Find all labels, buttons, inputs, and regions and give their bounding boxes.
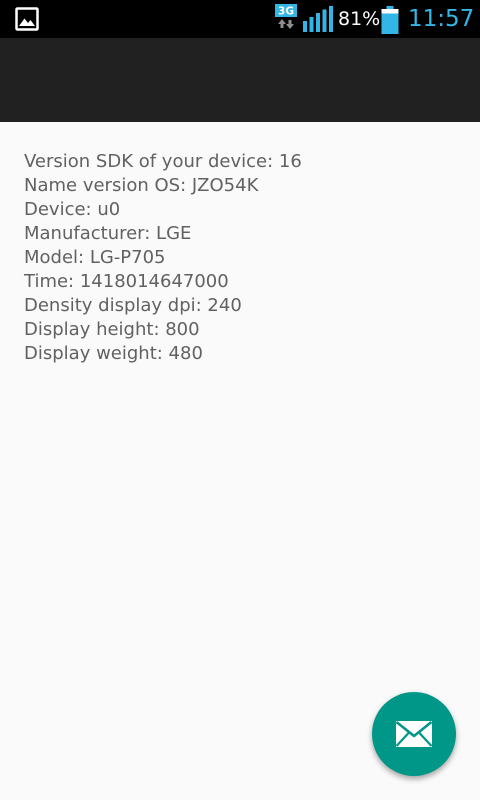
device-info-list: Version SDK of your device: 16 Name vers… — [24, 150, 302, 366]
send-email-fab[interactable] — [372, 692, 456, 776]
info-display-weight: Display weight: 480 — [24, 343, 203, 364]
info-manufacturer: Manufacturer: LGE — [24, 223, 192, 244]
info-display-height: Display height: 800 — [24, 319, 200, 340]
mail-icon — [395, 720, 433, 747]
app-bar — [0, 38, 480, 122]
signal-strength-icon — [303, 6, 333, 32]
info-density-dpi: Density display dpi: 240 — [24, 295, 242, 316]
battery-percent: 81% — [338, 8, 381, 30]
info-device: Device: u0 — [24, 199, 121, 220]
3g-data-icon: 3G — [275, 4, 297, 29]
info-os-version: Name version OS: JZO54K — [24, 175, 259, 196]
image-icon — [15, 7, 39, 31]
info-model: Model: LG-P705 — [24, 247, 166, 268]
network-type-label: 3G — [278, 6, 294, 18]
info-sdk-version: Version SDK of your device: 16 — [24, 151, 302, 172]
battery-icon — [381, 6, 399, 34]
status-bar: 3G 81% 11:57 — [0, 0, 480, 38]
status-clock: 11:57 — [408, 6, 475, 32]
info-time: Time: 1418014647000 — [24, 271, 229, 292]
